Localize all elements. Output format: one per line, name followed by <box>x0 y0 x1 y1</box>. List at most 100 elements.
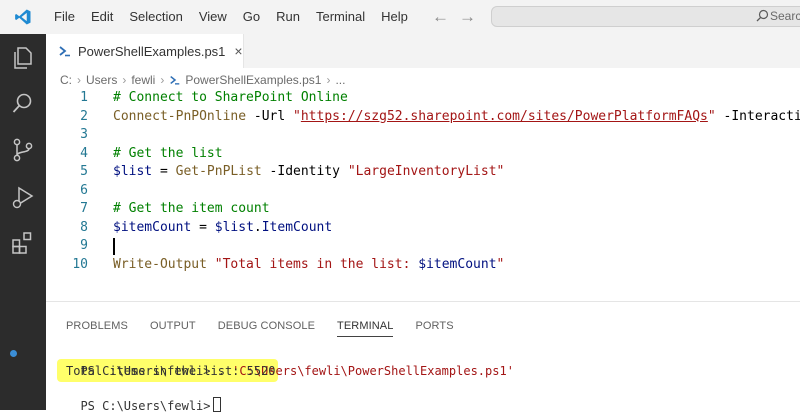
panel-tab-terminal[interactable]: TERMINAL <box>337 320 394 337</box>
editor-tab-bar: PowerShellExamples.ps1 × <box>46 34 800 68</box>
powershell-file-icon <box>59 46 70 57</box>
code-line[interactable]: 1 # Connect to SharePoint Online <box>46 89 800 108</box>
code-text: # Get the item count <box>113 200 270 219</box>
explorer-icon[interactable] <box>10 45 36 71</box>
search-placeholder: Search <box>770 9 800 23</box>
line-number: 9 <box>80 238 88 253</box>
code-token: $list <box>214 219 254 235</box>
terminal-output-line: Total items in the list: 5520 <box>66 364 276 378</box>
code-line[interactable]: 4 # Get the list <box>46 145 800 164</box>
menu-bar: File Edit Selection View Go Run Terminal Help <box>46 0 416 34</box>
line-number: 6 <box>80 182 88 198</box>
line-number: 5 <box>80 164 88 179</box>
menu-item-terminal[interactable]: Terminal <box>308 0 373 34</box>
chevron-right-icon: › <box>160 73 165 87</box>
terminal-line[interactable]: PS C:\Users\fewli> <box>66 379 221 413</box>
code-token: " <box>496 256 505 272</box>
vscode-logo-icon[interactable] <box>0 0 46 34</box>
breadcrumb-item[interactable]: PowerShellExamples.ps1 <box>185 73 321 87</box>
panel-tabs: PROBLEMS OUTPUT DEBUG CONSOLE TERMINAL PORTS <box>66 320 476 337</box>
code-line[interactable]: 6 <box>46 182 800 201</box>
breadcrumb: C: › Users › fewli › PowerShellExamples.… <box>60 70 345 90</box>
extensions-icon[interactable] <box>10 230 36 256</box>
panel-tab-problems[interactable]: PROBLEMS <box>66 320 128 337</box>
breadcrumb-item[interactable]: C: <box>60 73 72 87</box>
code-token: -Interactive <box>723 108 800 124</box>
tab-powershell-examples[interactable]: PowerShellExamples.ps1 × <box>46 34 244 68</box>
breadcrumb-item[interactable]: Users <box>86 73 117 87</box>
powershell-file-icon <box>170 75 180 85</box>
code-editor[interactable]: 1 # Connect to SharePoint Online 2 Connect-… <box>46 89 800 301</box>
menu-item-run[interactable]: Run <box>268 0 308 34</box>
text-cursor <box>113 238 115 255</box>
code-line[interactable]: 8 $itemCount = $list.ItemCount <box>46 219 800 238</box>
code-line[interactable]: 3 <box>46 126 800 145</box>
chevron-right-icon: › <box>326 73 331 87</box>
breadcrumb-item[interactable]: ... <box>335 73 345 87</box>
line-number: 10 <box>72 256 88 272</box>
code-token: $list <box>113 164 153 179</box>
code-line[interactable]: 5 $list = Get-PnPList -Identity "LargeInv… <box>46 163 800 182</box>
line-number: 2 <box>80 108 88 124</box>
code-text: Write-Output "Total items in the list: $… <box>113 256 504 275</box>
code-token: = <box>191 219 215 235</box>
code-line[interactable]: 2 Connect-PnPOnline -Url "https://szg52.s… <box>46 108 800 127</box>
code-line[interactable]: 7 # Get the item count <box>46 200 800 219</box>
code-token: "Total items in the list: <box>214 256 419 272</box>
menu-item-help[interactable]: Help <box>373 0 416 34</box>
code-token: # Get the item count <box>113 201 270 216</box>
run-debug-icon[interactable] <box>10 184 36 210</box>
code-token: Get-PnPList <box>175 164 262 179</box>
code-token[interactable]: https://szg52.sharepoint.com/sites/Power… <box>301 109 708 124</box>
code-text: $itemCount = $list.ItemCount <box>113 219 332 238</box>
tab-label: PowerShellExamples.ps1 <box>78 43 226 59</box>
line-number: 4 <box>80 145 88 161</box>
panel-tab-debug-console[interactable]: DEBUG CONSOLE <box>218 320 315 337</box>
code-text: # Get the list <box>113 145 223 164</box>
code-text: Connect-PnPOnline -Url "https://szg52.sh… <box>113 108 800 127</box>
title-bar: File Edit Selection View Go Run Terminal Help ←… <box>0 0 800 34</box>
line-number: 3 <box>80 127 88 142</box>
menu-item-go[interactable]: Go <box>235 0 268 34</box>
command-center-search[interactable]: Search <box>491 6 800 27</box>
chevron-right-icon: › <box>77 73 81 87</box>
activity-bar <box>0 34 46 410</box>
navigation-arrows: ← → <box>432 0 476 34</box>
line-number: 8 <box>80 219 88 235</box>
back-arrow-icon[interactable]: ← <box>432 0 449 34</box>
chevron-right-icon: › <box>122 73 127 87</box>
terminal-prompt: PS C:\Users\fewli> <box>80 399 211 413</box>
menu-item-view[interactable]: View <box>191 0 235 34</box>
code-token: "LargeInventoryList" <box>347 164 505 179</box>
search-icon[interactable] <box>10 91 36 117</box>
code-token: -Url <box>246 108 294 124</box>
code-token: = <box>152 164 176 179</box>
panel-tab-output[interactable]: OUTPUT <box>150 320 196 337</box>
code-text: $list = Get-PnPList -Identity "LargeInve… <box>113 163 504 182</box>
code-line[interactable]: 9 <box>46 237 800 256</box>
code-token: $itemCount <box>113 219 192 235</box>
menu-item-file[interactable]: File <box>46 0 83 34</box>
terminal-line: PS C:\Users\fewli> . 'C:\Users\fewli\Pow… <box>66 344 513 378</box>
code-line[interactable]: 10 Write-Output "Total items in the list:… <box>46 256 800 275</box>
code-token: # Get the list <box>113 145 223 161</box>
terminal-command-status-dot[interactable] <box>10 350 17 357</box>
forward-arrow-icon[interactable]: → <box>459 0 476 34</box>
code-token: -Identity <box>261 164 348 179</box>
close-icon[interactable]: × <box>234 43 242 59</box>
code-token: $itemCount <box>418 256 497 272</box>
code-text: # Connect to SharePoint Online <box>113 89 348 108</box>
source-control-icon[interactable] <box>10 137 36 163</box>
code-token: ItemCount <box>261 219 333 235</box>
code-token: " <box>293 108 301 124</box>
menu-item-edit[interactable]: Edit <box>83 0 121 34</box>
code-token: " <box>707 108 716 124</box>
breadcrumb-item[interactable]: fewli <box>131 73 155 87</box>
line-number: 7 <box>80 201 88 216</box>
menu-item-selection[interactable]: Selection <box>121 0 190 34</box>
panel-tab-ports[interactable]: PORTS <box>415 320 453 337</box>
code-token: . <box>253 219 262 235</box>
line-number: 1 <box>80 90 88 105</box>
code-token: # Connect to SharePoint Online <box>113 90 348 105</box>
